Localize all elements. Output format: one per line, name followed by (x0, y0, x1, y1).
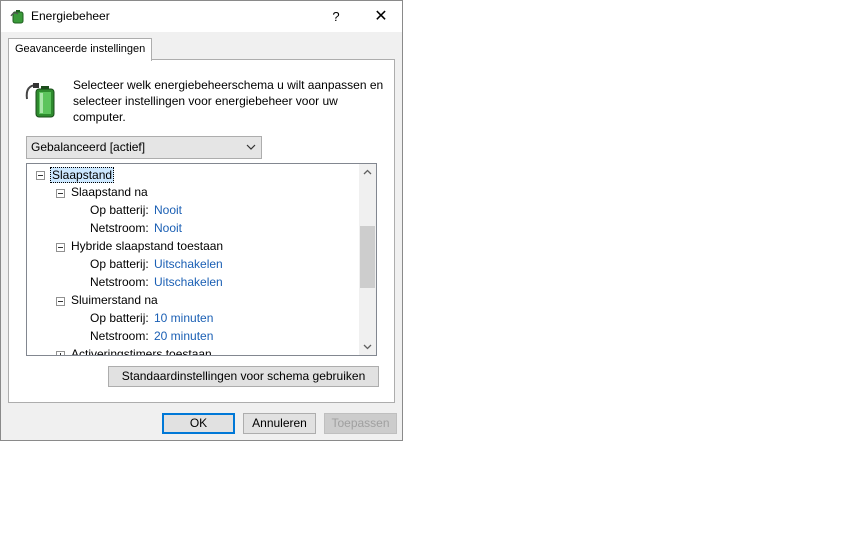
tree-setting-value[interactable]: 20 minuten (154, 329, 213, 343)
close-button[interactable]: ✕ (366, 1, 396, 32)
power-options-dialog: Energiebeheer ? ✕ Geavanceerde instellin… (0, 0, 403, 441)
cancel-button[interactable]: Annuleren (243, 413, 316, 434)
tree-setting-label: Netstroom: (90, 329, 149, 343)
tree-setting-value[interactable]: Uitschakelen (154, 257, 223, 271)
settings-tree[interactable]: Slaapstand Slaapstand na Op batterij: No… (26, 163, 377, 356)
tree-node-hybrid-sleep[interactable]: Hybride slaapstand toestaan (71, 239, 223, 253)
tree-setting-value[interactable]: Uitschakelen (154, 275, 223, 289)
tree-node-sleep[interactable]: Slaapstand (50, 167, 115, 183)
collapse-icon[interactable] (56, 189, 65, 198)
tree-setting-value[interactable]: Nooit (154, 203, 182, 217)
ok-button[interactable]: OK (162, 413, 235, 434)
description-line: computer. (73, 110, 126, 124)
scroll-down-arrow-icon[interactable] (359, 338, 376, 355)
scroll-up-arrow-icon[interactable] (359, 164, 376, 181)
battery-plug-icon (25, 83, 55, 118)
tab-advanced-settings[interactable]: Geavanceerde instellingen (8, 38, 153, 61)
power-scheme-dropdown[interactable]: Gebalanceerd [actief] (26, 136, 262, 159)
description-line: selecteer instellingen voor energiebehee… (73, 94, 338, 108)
collapse-icon[interactable] (36, 171, 45, 180)
power-scheme-value: Gebalanceerd [actief] (31, 140, 146, 154)
tree-setting-label: Netstroom: (90, 275, 149, 289)
description-line: Selecteer welk energiebeheerschema u wil… (73, 78, 384, 92)
tree-node-hibernate-after[interactable]: Sluimerstand na (71, 293, 158, 307)
title-bar[interactable]: Energiebeheer ? ✕ (1, 1, 402, 32)
tree-setting-label: Op batterij: (90, 311, 149, 325)
scrollbar-thumb[interactable] (360, 226, 375, 288)
apply-button[interactable]: Toepassen (324, 413, 397, 434)
collapse-icon[interactable] (56, 243, 65, 252)
tree-node-sleep-after[interactable]: Slaapstand na (71, 185, 148, 199)
window-title: Energiebeheer (31, 9, 110, 23)
chevron-down-icon (246, 144, 256, 150)
tree-setting-label: Netstroom: (90, 221, 149, 235)
help-button[interactable]: ? (321, 1, 351, 32)
power-options-icon (10, 10, 24, 24)
collapse-icon[interactable] (56, 297, 65, 306)
tree-setting-value[interactable]: Nooit (154, 221, 182, 235)
tree-setting-value[interactable]: 10 minuten (154, 311, 213, 325)
description-text: Selecteer welk energiebeheerschema u wil… (73, 77, 383, 125)
tree-node-wake-timers[interactable]: Activeringstimers toestaan (71, 347, 212, 355)
restore-defaults-button[interactable]: Standaardinstellingen voor schema gebrui… (108, 366, 379, 387)
tree-scrollbar[interactable] (359, 164, 376, 355)
tree-setting-label: Op batterij: (90, 203, 149, 217)
expand-icon[interactable] (56, 351, 65, 355)
tree-setting-label: Op batterij: (90, 257, 149, 271)
